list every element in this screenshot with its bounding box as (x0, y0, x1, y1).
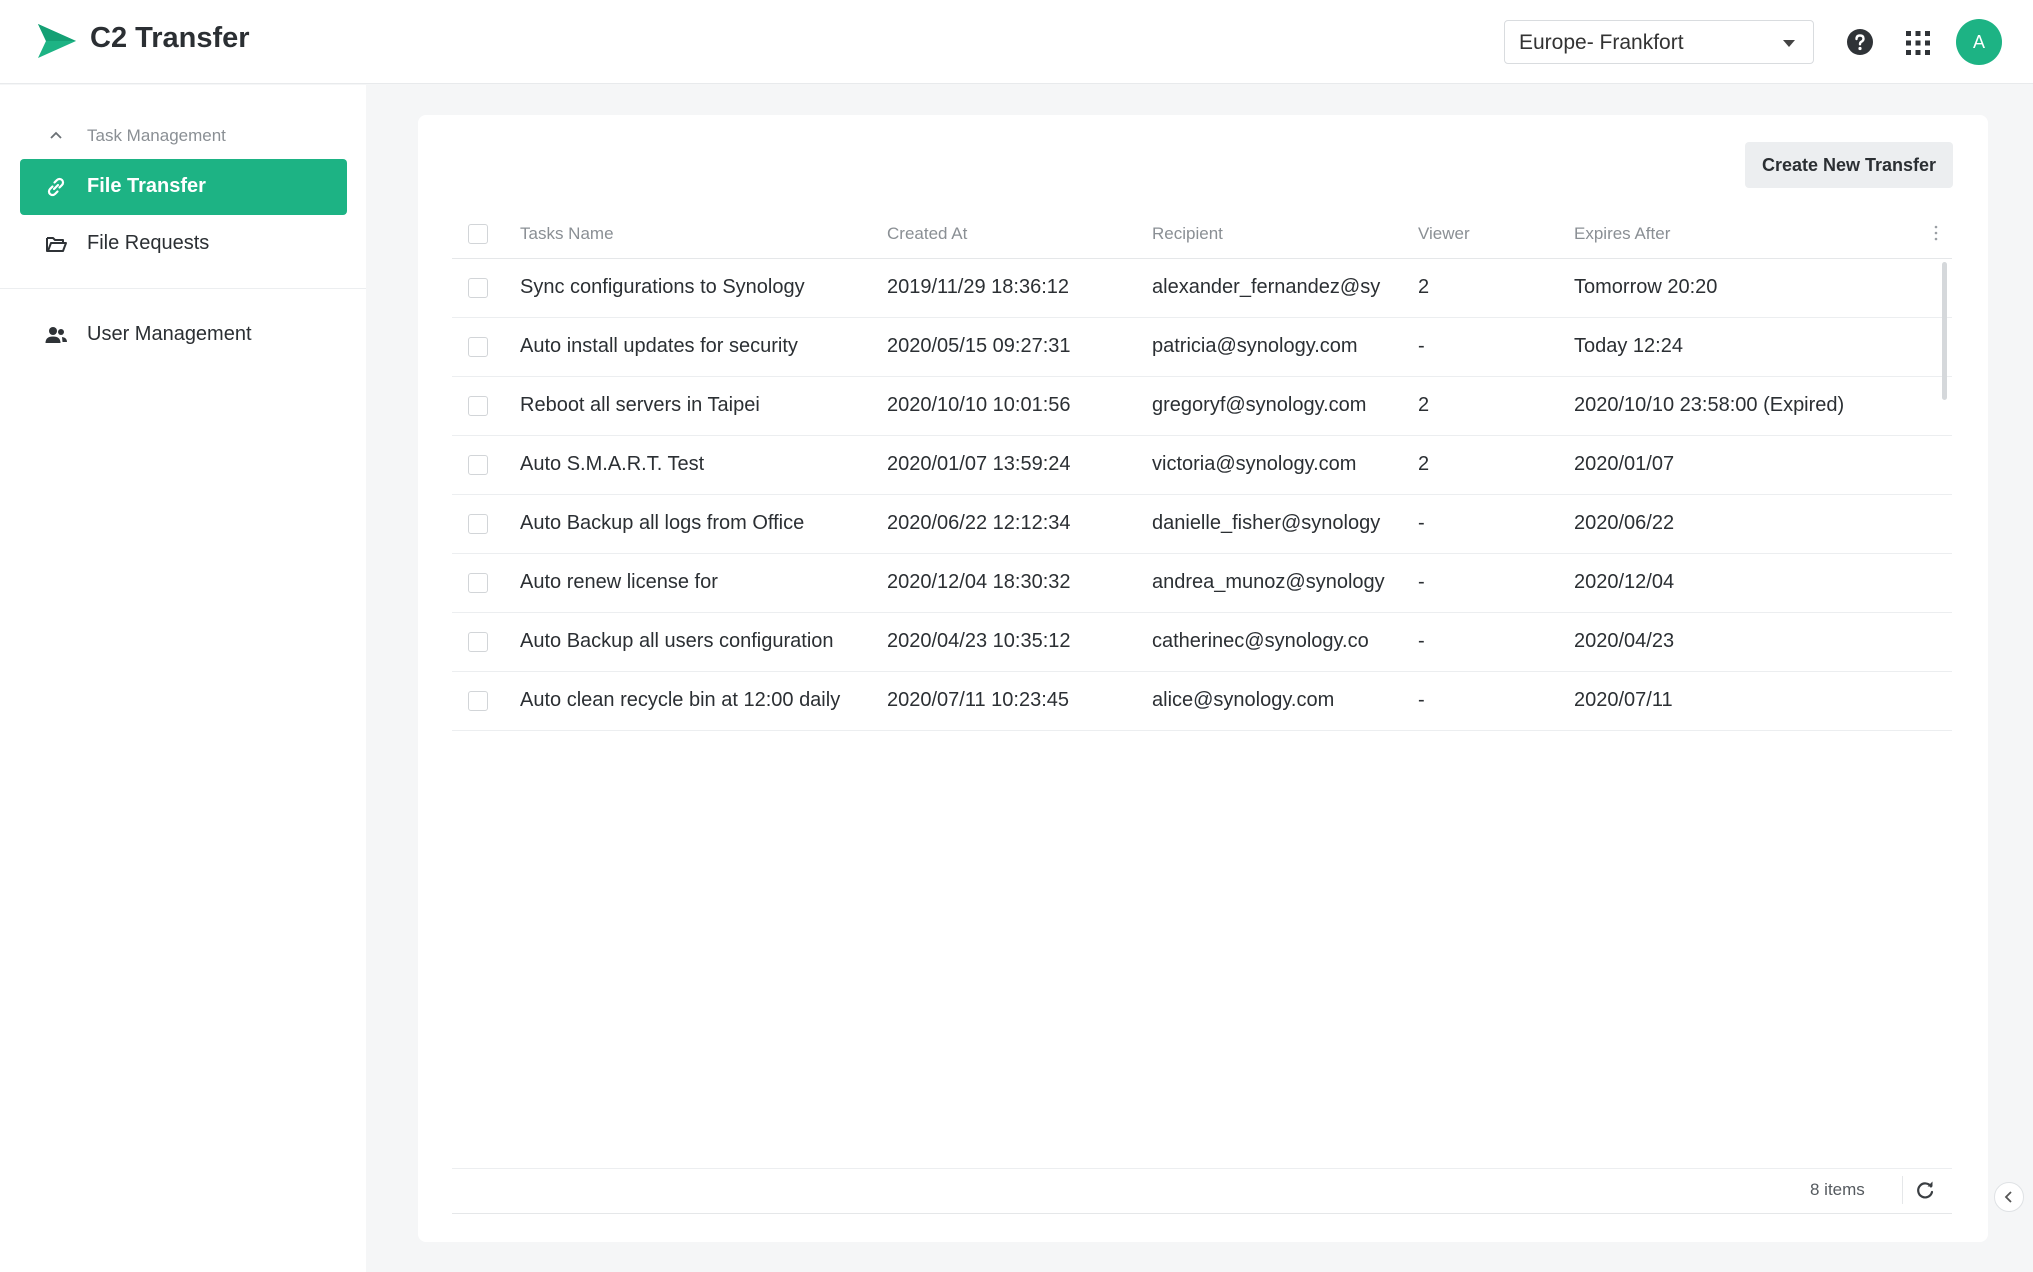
task-name-cell: Auto clean recycle bin at 12:00 daily (520, 689, 841, 711)
apps-grid-icon[interactable] (1905, 30, 1931, 56)
expires-after-cell: 2020/10/10 23:58:00 (Expired) (1574, 394, 1845, 416)
recipient-cell: alice@synology.com (1152, 689, 1335, 711)
footer-bottom-border (452, 1213, 1952, 1214)
column-header-recipient[interactable]: Recipient (1152, 224, 1402, 244)
sidebar-item-file-requests[interactable]: File Requests (20, 216, 347, 272)
viewer-cell: 2 (1418, 394, 1430, 416)
table-row[interactable]: Reboot all servers in Taipei 2020/10/10 … (452, 377, 1952, 436)
chevron-up-icon (50, 131, 62, 139)
table-row[interactable]: Auto Backup all users configuration 2020… (452, 613, 1952, 672)
item-count: 8 items (1810, 1180, 1865, 1199)
task-name-cell: Auto S.M.A.R.T. Test (520, 453, 705, 475)
task-name-cell: Auto renew license for (520, 571, 718, 593)
task-management-section-toggle[interactable]: Task Management (0, 121, 366, 151)
viewer-cell: - (1418, 630, 1425, 652)
created-at-cell: 2019/11/29 18:36:12 (887, 276, 1070, 298)
app-title: C2 Transfer (90, 22, 250, 54)
recipient-cell: victoria@synology.com (1152, 453, 1357, 475)
collapse-panel-button[interactable] (1994, 1182, 2024, 1212)
viewer-cell: 2 (1418, 276, 1430, 298)
table-row[interactable]: Auto install updates for security 2020/0… (452, 318, 1952, 377)
table-row[interactable]: Auto Backup all logs from Office 2020/06… (452, 495, 1952, 554)
created-at-cell: 2020/12/04 18:30:32 (887, 571, 1071, 593)
row-checkbox[interactable] (468, 514, 488, 534)
top-bar: C2 Transfer Europe- Frankfort A (0, 0, 2033, 84)
viewer-cell: 2 (1418, 453, 1430, 475)
user-avatar[interactable]: A (1956, 19, 2002, 65)
expires-after-cell: 2020/12/04 (1574, 571, 1675, 593)
recipient-cell: danielle_fisher@synology (1152, 512, 1381, 534)
row-checkbox[interactable] (468, 691, 488, 711)
recipient-cell: patricia@synology.com (1152, 335, 1358, 357)
chevron-left-icon (2004, 1191, 2012, 1203)
table-row[interactable]: Auto S.M.A.R.T. Test 2020/01/07 13:59:24… (452, 436, 1952, 495)
link-icon (47, 177, 65, 197)
viewer-cell: - (1418, 689, 1425, 711)
footer-divider (452, 1168, 1952, 1169)
recipient-cell: catherinec@synology.co (1152, 630, 1369, 652)
folder-open-icon (46, 237, 67, 252)
task-name-cell: Sync configurations to Synology (520, 276, 805, 298)
c2-transfer-logo-icon (38, 24, 76, 58)
users-icon (45, 327, 67, 343)
expires-after-cell: 2020/01/07 (1574, 453, 1675, 475)
column-header-tasks-name[interactable]: Tasks Name (520, 224, 858, 244)
expires-after-cell: Today 12:24 (1574, 335, 1683, 357)
row-checkbox[interactable] (468, 455, 488, 475)
task-name-cell: Auto Backup all logs from Office (520, 512, 805, 534)
expires-after-cell: Tomorrow 20:20 (1574, 276, 1718, 298)
select-all-checkbox[interactable] (468, 224, 488, 244)
viewer-cell: - (1418, 571, 1425, 593)
region-select[interactable]: Europe- Frankfort (1504, 20, 1814, 64)
help-icon[interactable] (1846, 28, 1874, 56)
recipient-cell: alexander_fernandez@sy (1152, 276, 1381, 298)
sidebar-item-label: File Requests (87, 232, 210, 254)
column-header-expires-after[interactable]: Expires After (1574, 224, 1934, 244)
refresh-icon[interactable] (1914, 1179, 1936, 1201)
viewer-cell: - (1418, 512, 1425, 534)
create-new-transfer-button[interactable]: Create New Transfer (1745, 142, 1953, 188)
task-name-cell: Reboot all servers in Taipei (520, 394, 760, 416)
sidebar-divider (0, 288, 366, 289)
created-at-cell: 2020/07/11 10:23:45 (887, 689, 1070, 711)
table-row[interactable]: Auto renew license for 2020/12/04 18:30:… (452, 554, 1952, 613)
row-checkbox[interactable] (468, 396, 488, 416)
footer-separator (1902, 1176, 1903, 1204)
table-header: Tasks Name Created At Recipient Viewer E… (452, 210, 1952, 259)
created-at-cell: 2020/06/22 12:12:34 (887, 512, 1071, 534)
created-at-cell: 2020/04/23 10:35:12 (887, 630, 1071, 652)
row-checkbox[interactable] (468, 278, 488, 298)
sidebar-item-user-management[interactable]: User Management (20, 307, 347, 363)
transfer-table: Tasks Name Created At Recipient Viewer E… (452, 210, 1952, 731)
expires-after-cell: 2020/07/11 (1574, 689, 1673, 711)
row-checkbox[interactable] (468, 337, 488, 357)
sidebar-item-label: File Transfer (87, 175, 206, 197)
recipient-cell: andrea_munoz@synology (1152, 571, 1385, 593)
row-checkbox[interactable] (468, 573, 488, 593)
created-at-cell: 2020/05/15 09:27:31 (887, 335, 1071, 357)
region-select-value: Europe- Frankfort (1519, 31, 1684, 54)
table-row[interactable]: Auto clean recycle bin at 12:00 daily 20… (452, 672, 1952, 731)
sidebar: Task Management File Transfer File Reque… (0, 85, 366, 1272)
caret-down-icon (1783, 40, 1795, 47)
task-name-cell: Auto Backup all users configuration (520, 630, 834, 652)
sidebar-item-label: User Management (87, 323, 252, 345)
expires-after-cell: 2020/04/23 (1574, 630, 1675, 652)
expires-after-cell: 2020/06/22 (1574, 512, 1675, 534)
table-scrollbar[interactable] (1942, 262, 1947, 400)
created-at-cell: 2020/10/10 10:01:56 (887, 394, 1071, 416)
row-checkbox[interactable] (468, 632, 488, 652)
column-header-viewer[interactable]: Viewer (1418, 224, 1498, 244)
task-name-cell: Auto install updates for security (520, 335, 798, 357)
column-header-created-at[interactable]: Created At (887, 224, 1127, 244)
column-menu-icon[interactable] (1933, 222, 1939, 244)
table-row[interactable]: Sync configurations to Synology 2019/11/… (452, 259, 1952, 318)
sidebar-item-file-transfer[interactable]: File Transfer (20, 159, 347, 215)
recipient-cell: gregoryf@synology.com (1152, 394, 1367, 416)
created-at-cell: 2020/01/07 13:59:24 (887, 453, 1071, 475)
viewer-cell: - (1418, 335, 1425, 357)
section-title: Task Management (87, 126, 226, 145)
